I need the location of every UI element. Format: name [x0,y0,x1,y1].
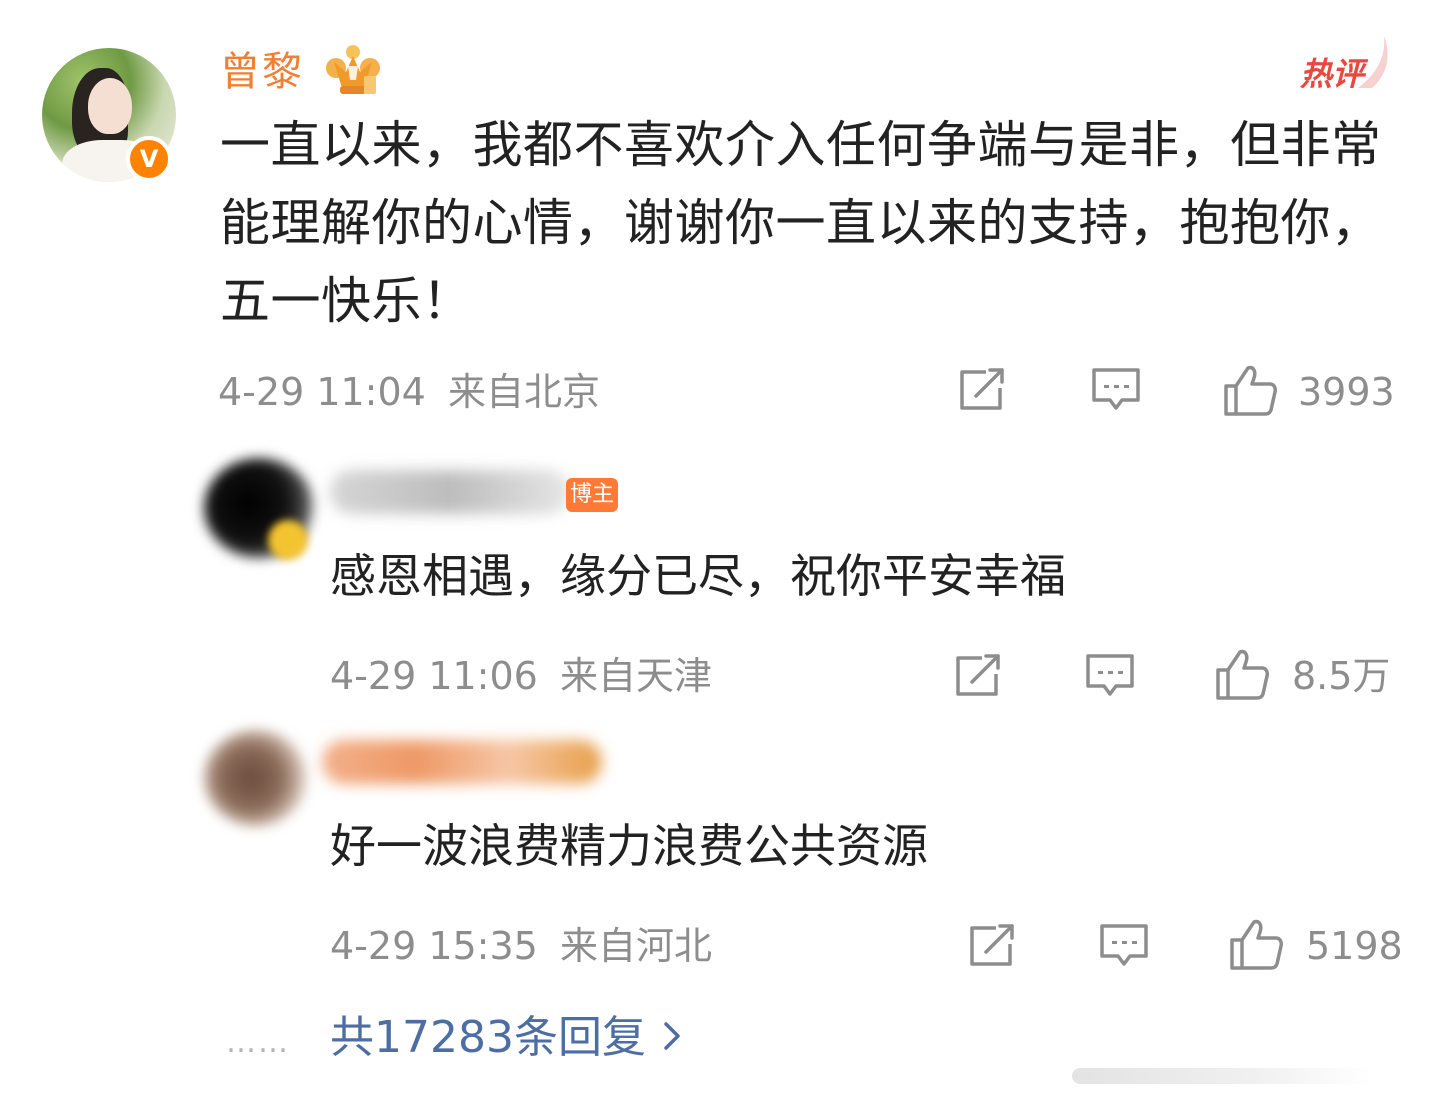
like-icon[interactable] [1228,918,1284,970]
comment-time: 4-29 11:06 [330,654,538,698]
chevron-right-icon[interactable] [660,1014,686,1058]
like-count: 5198 [1306,924,1403,968]
like-count: 3993 [1298,370,1395,414]
share-icon[interactable] [956,366,1008,414]
reply-username-obscured[interactable] [322,740,602,784]
comment-location: 来自天津 [559,654,712,698]
scroll-indicator [1072,1068,1372,1084]
reply-text: 好一波浪费精力浪费公共资源 [330,819,928,873]
comment-location: 来自北京 [447,370,600,414]
reply-text: 感恩相遇，缘分已尽，祝你平安幸福 [330,549,1066,603]
main-comment-text: 一直以来，我都不喜欢介入任何争端与是非，但非常能理解你的心情，谢谢你一直以来的支… [220,116,1382,330]
comment-icon[interactable] [1084,652,1136,700]
comment-time: 4-29 11:04 [218,370,426,414]
comment-location: 来自河北 [559,924,712,968]
comment-icon[interactable] [1098,922,1150,970]
like-icon[interactable] [1214,648,1270,700]
reply-meta: 4-29 15:35 来自河北 [330,922,712,970]
crown-badge-icon [326,45,380,94]
more-dots: …… [226,1025,290,1060]
comment-time: 4-29 15:35 [330,924,538,968]
verified-badge-icon: V [126,136,172,182]
like-count: 8.5万 [1292,654,1391,698]
like-icon[interactable] [1222,364,1278,416]
author-badge: 博主 [566,478,618,512]
reply-avatar[interactable] [204,730,308,826]
reply-meta: 4-29 11:06 来自天津 [330,652,712,700]
main-comment-meta: 4-29 11:04 来自北京 [218,368,600,416]
hot-comment-tag: 热评 [1300,55,1365,93]
view-all-replies-link[interactable]: 共17283条回复 [330,1010,646,1066]
share-icon[interactable] [966,922,1018,970]
share-icon[interactable] [952,652,1004,700]
reply-username-obscured[interactable] [330,470,570,514]
main-username[interactable]: 曾黎 [220,44,304,100]
reply-badge-icon [268,520,308,560]
comment-icon[interactable] [1090,366,1142,414]
